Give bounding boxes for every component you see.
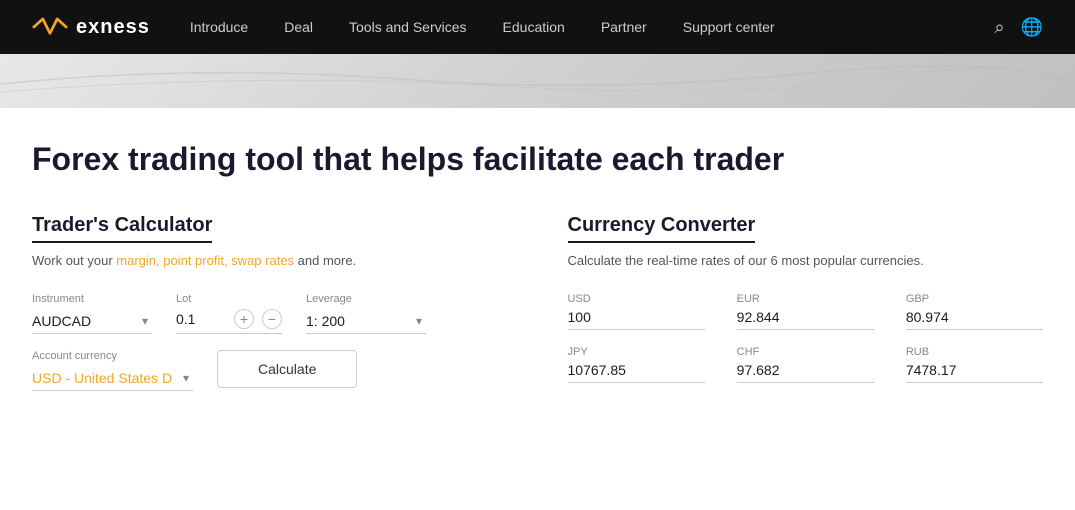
leverage-group: Leverage 1: 200 [306,293,426,334]
calculator-title: Trader's Calculator [32,214,212,243]
globe-icon[interactable]: 🌐 [1021,17,1043,38]
account-row: Account currency USD - United States D C… [32,350,508,391]
converter-title: Currency Converter [568,214,756,243]
instrument-select-wrapper: AUDCAD [32,309,152,334]
instrument-label: Instrument [32,293,152,305]
nav-support-center[interactable]: Support center [683,19,775,35]
navbar: exness Introduce Deal Tools and Services… [0,0,1075,54]
nav-deal[interactable]: Deal [284,19,313,35]
currency-label-jpy: JPY [568,346,705,358]
nav-introduce[interactable]: Introduce [190,19,248,35]
calc-row-1: Instrument AUDCAD Lot + − [32,293,508,334]
currency-item-jpy: JPY 10767.85 [568,346,705,383]
account-currency-label: Account currency [32,350,193,362]
tools-grid: Trader's Calculator Work out your margin… [32,214,1043,407]
nav-actions: ⌕ 🌐 [994,17,1043,38]
nav-links: Introduce Deal Tools and Services Educat… [190,19,995,35]
logo-text: exness [76,16,150,39]
main-content: Forex trading tool that helps facilitate… [0,108,1075,447]
currency-label-eur: EUR [737,293,874,305]
instrument-select[interactable]: AUDCAD [32,309,152,334]
highlight-text: margin, point profit, swap rates [116,253,294,268]
account-currency-select[interactable]: USD - United States D [32,366,193,391]
currency-label-rub: RUB [906,346,1043,358]
nav-tools-and-services[interactable]: Tools and Services [349,19,467,35]
converter-desc: Calculate the real-time rates of our 6 m… [568,251,1044,271]
account-currency-select-wrapper: USD - United States D [32,366,193,391]
leverage-select[interactable]: 1: 200 [306,309,426,334]
leverage-label: Leverage [306,293,426,305]
currency-item-rub: RUB 7478.17 [906,346,1043,383]
lot-wrapper: + − [176,309,282,334]
logo-icon [32,15,68,39]
nav-partner[interactable]: Partner [601,19,647,35]
hero-banner [0,54,1075,108]
leverage-select-wrapper: 1: 200 [306,309,426,334]
page-headline: Forex trading tool that helps facilitate… [32,140,1043,178]
lot-label: Lot [176,293,282,305]
calculator-desc: Work out your margin, point profit, swap… [32,251,508,271]
currency-item-eur: EUR 92.844 [737,293,874,330]
currency-item-usd: USD [568,293,705,330]
currency-value-jpy: 10767.85 [568,362,705,383]
calculate-button[interactable]: Calculate [217,350,357,388]
calculator-form: Instrument AUDCAD Lot + − [32,293,508,407]
search-icon[interactable]: ⌕ [994,17,1004,38]
currency-converter-section: Currency Converter Calculate the real-ti… [568,214,1044,407]
account-currency-group: Account currency USD - United States D [32,350,193,391]
traders-calculator-section: Trader's Calculator Work out your margin… [32,214,508,407]
nav-education[interactable]: Education [503,19,565,35]
currency-item-gbp: GBP 80.974 [906,293,1043,330]
currency-label-usd: USD [568,293,705,305]
instrument-group: Instrument AUDCAD [32,293,152,334]
currency-grid: USD EUR 92.844 GBP 80.974 JPY 10767.85 [568,293,1044,399]
currency-item-chf: CHF 97.682 [737,346,874,383]
lot-increase-btn[interactable]: + [234,309,254,329]
logo[interactable]: exness [32,15,150,39]
lot-decrease-btn[interactable]: − [262,309,282,329]
currency-value-chf: 97.682 [737,362,874,383]
currency-value-rub: 7478.17 [906,362,1043,383]
lot-input[interactable] [176,311,226,327]
currency-value-gbp: 80.974 [906,309,1043,330]
currency-input-usd[interactable] [568,309,705,330]
lot-group: Lot + − [176,293,282,334]
currency-label-gbp: GBP [906,293,1043,305]
currency-value-eur: 92.844 [737,309,874,330]
currency-label-chf: CHF [737,346,874,358]
